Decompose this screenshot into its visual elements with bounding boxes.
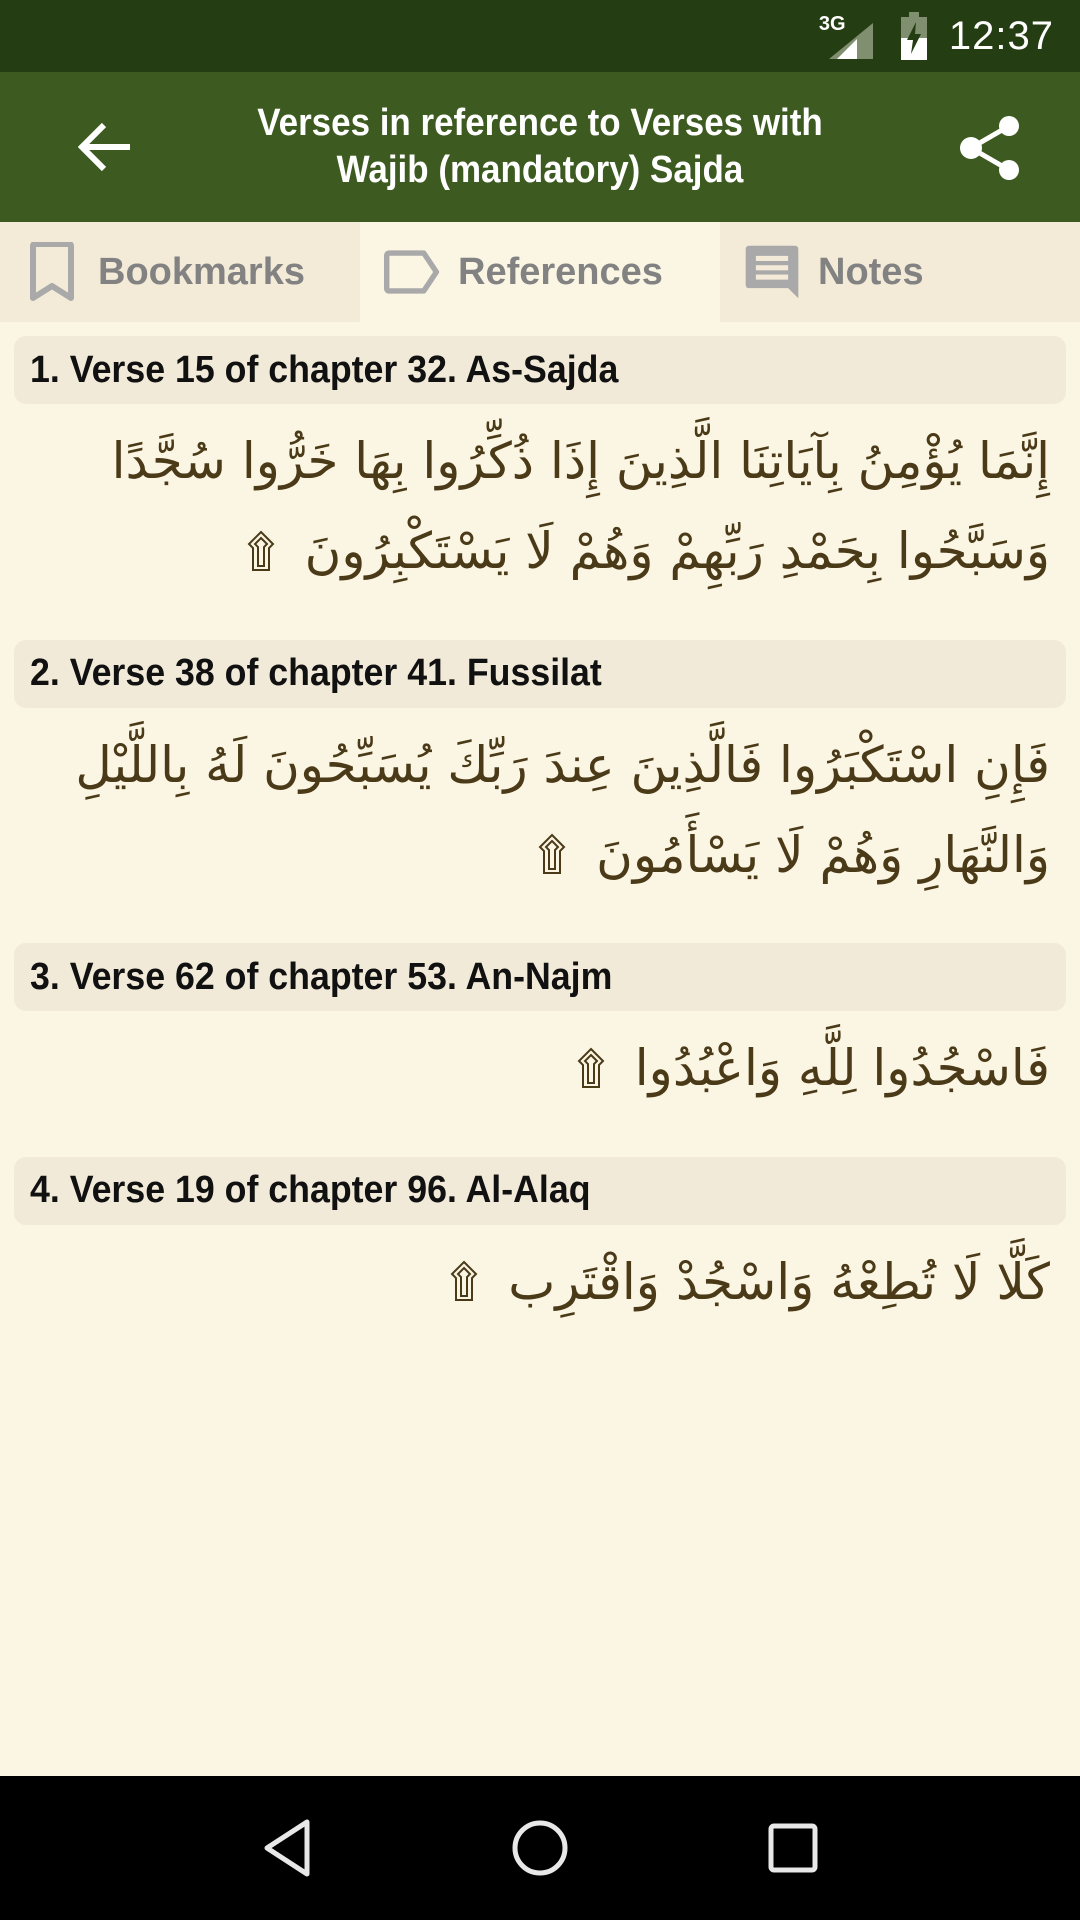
sajda-marker-icon: [538, 813, 566, 903]
page-title: Verses in reference to Verses with Wajib…: [257, 102, 823, 191]
nav-back-icon: [264, 1819, 310, 1877]
network-indicator: 3G: [819, 11, 879, 61]
verse-header[interactable]: 2. Verse 38 of chapter 41. Fussilat: [14, 639, 1066, 708]
back-button[interactable]: [70, 114, 140, 180]
note-comment-icon: [744, 240, 800, 304]
verse-text[interactable]: فَإِنِ اسْتَكْبَرُوا فَالَّذِينَ عِندَ ر…: [0, 708, 1080, 904]
verse-reference: 2. Verse 38 of chapter 41. Fussilat: [30, 652, 602, 694]
nav-home-button[interactable]: [490, 1798, 590, 1898]
arabic-text: كَلَّا لَا تُطِعْهُ وَاسْجُدْ وَاقْتَرِب: [508, 1252, 1050, 1311]
list-item: 1. Verse 15 of chapter 32. As-Sajda إِنَ…: [0, 322, 1080, 600]
nav-recents-button[interactable]: [743, 1798, 843, 1898]
clock: 12:37: [948, 13, 1054, 58]
tab-notes[interactable]: Notes: [720, 222, 1080, 322]
share-icon: [960, 116, 1019, 180]
verse-reference: 4. Verse 19 of chapter 96. Al-Alaq: [30, 1169, 591, 1211]
verse-reference: 3. Verse 62 of chapter 53. An-Najm: [30, 955, 613, 998]
list-item: 2. Verse 38 of chapter 41. Fussilat فَإِ…: [0, 600, 1080, 904]
list-item: 3. Verse 62 of chapter 53. An-Najm فَاسْ…: [0, 903, 1080, 1117]
verse-text[interactable]: فَاسْجُدُوا لِلَّهِ وَاعْبُدُوا: [0, 1011, 1080, 1117]
arrow-back-icon: [78, 122, 130, 172]
nav-home-icon: [512, 1820, 568, 1876]
tab-label: References: [458, 250, 663, 293]
label-tag-icon: [384, 240, 440, 304]
verse-text[interactable]: كَلَّا لَا تُطِعْهُ وَاسْجُدْ وَاقْتَرِب: [0, 1225, 1080, 1331]
sajda-marker-icon: [577, 1027, 605, 1117]
sajda-marker-icon: [450, 1240, 478, 1330]
arabic-text: فَاسْجُدُوا لِلَّهِ وَاعْبُدُوا: [634, 1039, 1050, 1097]
verse-header[interactable]: 1. Verse 15 of chapter 32. As-Sajda: [14, 336, 1066, 404]
share-button[interactable]: [952, 110, 1028, 186]
system-nav-bar: [0, 1776, 1080, 1920]
sajda-marker-icon: [247, 510, 275, 600]
battery-charging-icon: [900, 12, 927, 60]
verse-header[interactable]: 4. Verse 19 of chapter 96. Al-Alaq: [14, 1156, 1066, 1225]
tab-bar: Bookmarks References Notes: [0, 222, 1080, 322]
signal-icon: [828, 23, 873, 59]
bookmark-icon: [24, 240, 80, 304]
verse-header[interactable]: 3. Verse 62 of chapter 53. An-Najm: [14, 943, 1066, 1011]
app-bar: Verses in reference to Verses with Wajib…: [0, 72, 1080, 222]
tab-bookmarks[interactable]: Bookmarks: [0, 222, 360, 322]
tab-references[interactable]: References: [360, 222, 720, 322]
nav-back-button[interactable]: [237, 1798, 337, 1898]
tab-label: Bookmarks: [98, 250, 305, 293]
list-item: 4. Verse 19 of chapter 96. Al-Alaq كَلَّ…: [0, 1117, 1080, 1331]
tab-label: Notes: [818, 250, 924, 293]
verse-text[interactable]: إِنَّمَا يُؤْمِنُ بِآيَاتِنَا الَّذِينَ …: [0, 404, 1080, 600]
verse-list: 1. Verse 15 of chapter 32. As-Sajda إِنَ…: [0, 322, 1080, 1330]
status-bar: 3G 12:37: [0, 0, 1080, 72]
nav-recents-icon: [768, 1823, 818, 1873]
verse-reference: 1. Verse 15 of chapter 32. As-Sajda: [30, 348, 619, 391]
